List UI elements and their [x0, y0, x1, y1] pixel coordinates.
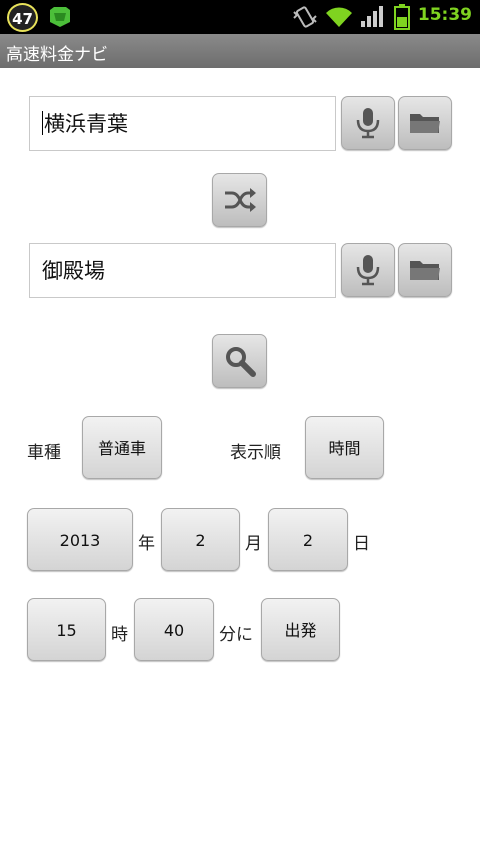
folder-icon — [410, 114, 440, 133]
microphone-icon — [356, 108, 380, 139]
microphone-icon — [356, 255, 380, 286]
notification-count-badge: 47 — [7, 3, 38, 32]
destination-input[interactable]: 御殿場 — [29, 243, 336, 298]
minute-unit-label: 分に — [219, 625, 253, 645]
app-title: 高速料金ナビ — [6, 45, 108, 65]
sort-order-label: 表示順 — [230, 443, 281, 463]
destination-voice-button[interactable] — [341, 243, 395, 297]
swap-route-button[interactable] — [212, 173, 267, 227]
destination-input-value: 御殿場 — [42, 259, 105, 283]
departure-mode-button[interactable]: 出発 — [261, 598, 340, 661]
vibrate-icon — [293, 6, 317, 28]
origin-folder-button[interactable] — [398, 96, 452, 150]
destination-folder-button[interactable] — [398, 243, 452, 297]
text-caret — [42, 111, 43, 135]
month-unit-label: 月 — [245, 534, 262, 554]
search-button[interactable] — [212, 334, 267, 388]
day-unit-label: 日 — [353, 534, 370, 554]
sort-order-button[interactable]: 時間 — [305, 416, 384, 479]
search-icon — [225, 347, 256, 377]
hour-unit-label: 時 — [111, 625, 128, 645]
title-bar: 高速料金ナビ — [0, 34, 480, 68]
vehicle-type-label: 車種 — [27, 443, 61, 463]
year-button[interactable]: 2013 — [27, 508, 133, 571]
origin-voice-button[interactable] — [341, 96, 395, 150]
origin-input-value: 横浜青葉 — [44, 112, 128, 136]
wifi-icon — [326, 7, 352, 27]
signal-icon — [361, 6, 383, 27]
day-button[interactable]: 2 — [268, 508, 348, 571]
vehicle-type-button[interactable]: 普通車 — [82, 416, 162, 479]
status-bar: 47 15:39 — [0, 0, 480, 34]
shuffle-icon — [224, 188, 256, 212]
hour-button[interactable]: 15 — [27, 598, 106, 661]
year-unit-label: 年 — [138, 534, 155, 554]
month-button[interactable]: 2 — [161, 508, 240, 571]
status-clock: 15:39 — [417, 5, 472, 25]
folder-icon — [410, 261, 440, 280]
notification-app-icon — [50, 7, 70, 27]
battery-icon — [394, 4, 410, 30]
minute-button[interactable]: 40 — [134, 598, 214, 661]
origin-input[interactable]: 横浜青葉 — [29, 96, 336, 151]
